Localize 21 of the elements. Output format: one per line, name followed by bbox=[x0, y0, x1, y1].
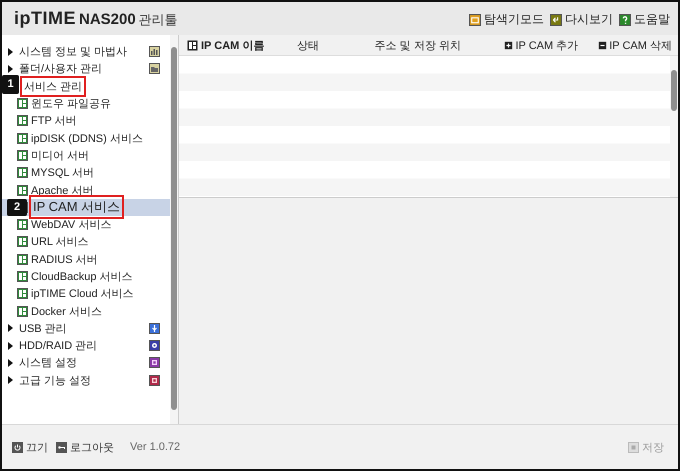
item-label: ipTIME Cloud 서비스 bbox=[31, 287, 134, 302]
step-badge: 2 bbox=[7, 198, 27, 216]
item-label: MYSQL 서버 bbox=[31, 166, 94, 180]
item-label: WebDAV 서비스 bbox=[31, 218, 112, 232]
step-badge: 1 bbox=[2, 74, 19, 94]
column-header: 주소 및 저장 위치 bbox=[374, 38, 462, 52]
item-label: FTP 서버 bbox=[31, 114, 77, 128]
version-label: Ver 1.0.72 bbox=[130, 441, 180, 453]
column-header: 상태 bbox=[296, 38, 320, 52]
product-name: NAS200 bbox=[79, 11, 136, 28]
item-label: CloudBackup 서비스 bbox=[31, 270, 132, 284]
item-label: Apache 서버 bbox=[31, 184, 94, 198]
item-label: Docker 서비스 bbox=[31, 304, 102, 319]
item-label: IP CAM 서비스 bbox=[31, 197, 122, 218]
brand-logo: ipTIME bbox=[14, 8, 76, 29]
item-label: RADIUS 서버 bbox=[31, 252, 98, 267]
item-label: 윈도우 파일공유 bbox=[31, 97, 112, 112]
item-label: 미디어 서버 bbox=[31, 148, 90, 163]
item-label: URL 서비스 bbox=[31, 235, 89, 250]
tool-title: 관리툴 bbox=[138, 11, 178, 29]
item-label: ipDISK (DDNS) 서비스 bbox=[31, 132, 143, 146]
